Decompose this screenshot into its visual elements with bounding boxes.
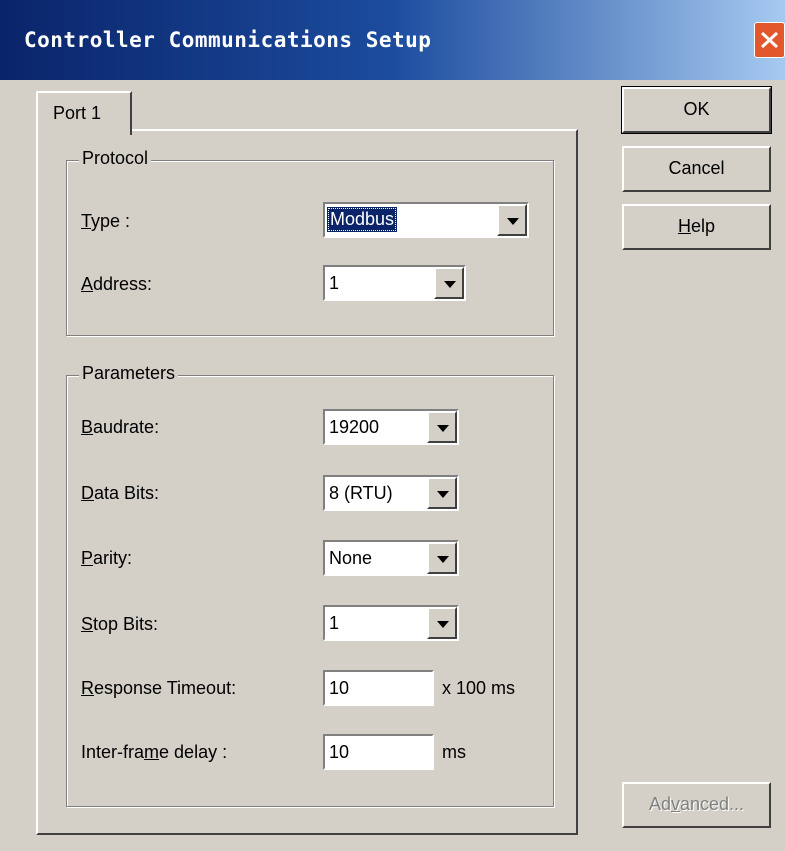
type-value: Modbus — [327, 207, 398, 232]
dropdown-button[interactable] — [434, 267, 464, 299]
dialog-window: Controller Communications Setup Port 1 P… — [0, 0, 785, 851]
dropdown-button[interactable] — [427, 411, 457, 443]
protocol-group: Protocol Type : Modbus Address: 1 — [66, 148, 554, 336]
chevron-down-icon — [437, 556, 449, 563]
ok-button[interactable]: OK — [621, 86, 772, 134]
stop-bits-label: Stop Bits: — [81, 614, 159, 634]
stop-bits-combo[interactable]: 1 — [323, 605, 459, 641]
baudrate-value: 19200 — [329, 417, 380, 437]
group-label: Protocol — [79, 148, 152, 169]
inter-frame-delay-input[interactable]: 10 — [323, 734, 434, 770]
window-title: Controller Communications Setup — [24, 28, 432, 52]
data-bits-combo[interactable]: 8 (RTU) — [323, 475, 459, 511]
data-bits-label: Data Bits: — [81, 483, 160, 503]
stop-bits-value: 1 — [329, 613, 340, 633]
inter-frame-delay-unit: ms — [442, 742, 466, 762]
response-timeout-value: 10 — [329, 678, 350, 698]
baudrate-label: Baudrate: — [81, 417, 160, 437]
tab-panel: Protocol Type : Modbus Address: 1 Parame… — [36, 129, 578, 835]
inter-frame-delay-value: 10 — [329, 742, 350, 762]
chevron-down-icon — [444, 281, 456, 288]
parameters-group: Parameters Baudrate: 19200 Data Bits: 8 … — [66, 363, 554, 807]
baudrate-combo[interactable]: 19200 — [323, 409, 459, 445]
response-timeout-label: Response Timeout: — [81, 678, 237, 698]
type-label: Type : — [81, 211, 131, 231]
dropdown-button[interactable] — [497, 204, 527, 236]
data-bits-value: 8 (RTU) — [329, 483, 393, 503]
address-label: Address: — [81, 274, 153, 294]
close-button[interactable] — [754, 22, 785, 58]
tab-port-1[interactable]: Port 1 — [36, 91, 132, 135]
address-value: 1 — [329, 273, 340, 293]
response-timeout-unit: x 100 ms — [442, 678, 516, 698]
title-bar[interactable]: Controller Communications Setup — [0, 0, 785, 80]
chevron-down-icon — [437, 425, 449, 432]
group-label: Parameters — [79, 363, 179, 384]
inter-frame-delay-label: Inter-frame delay : — [81, 742, 228, 762]
chevron-down-icon — [507, 218, 519, 225]
help-button[interactable]: Help — [622, 204, 771, 250]
tab-label: Port 1 — [53, 103, 102, 123]
parity-value: None — [329, 548, 373, 568]
advanced-button[interactable]: Advanced... — [622, 782, 771, 828]
dropdown-button[interactable] — [427, 477, 457, 509]
parity-combo[interactable]: None — [323, 540, 459, 576]
dropdown-button[interactable] — [427, 542, 457, 574]
cancel-button[interactable]: Cancel — [622, 146, 771, 192]
parity-label: Parity: — [81, 548, 133, 568]
address-combo[interactable]: 1 — [323, 265, 466, 301]
chevron-down-icon — [437, 491, 449, 498]
response-timeout-input[interactable]: 10 — [323, 670, 434, 706]
type-combo[interactable]: Modbus — [323, 202, 529, 238]
close-icon — [760, 31, 779, 49]
dropdown-button[interactable] — [427, 607, 457, 639]
chevron-down-icon — [437, 621, 449, 628]
